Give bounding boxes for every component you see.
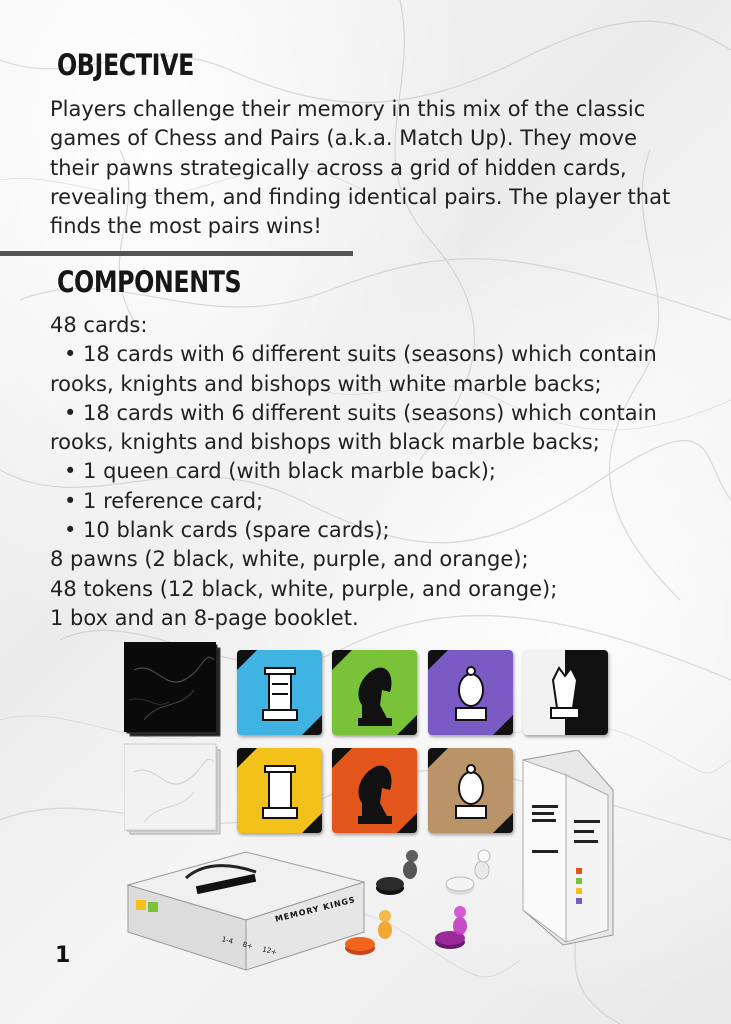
- bishop-card-earth: [428, 748, 513, 833]
- queen-card: [523, 650, 608, 735]
- components-line: 8 pawns (2 black, white, purple, and ora…: [50, 547, 529, 572]
- components-line: • 10 blank cards (spare cards);: [64, 518, 390, 543]
- knight-card-autumn: [332, 748, 417, 833]
- page-number: 1: [55, 943, 71, 968]
- components-line: • 1 queen card (with black marble back);: [64, 459, 496, 484]
- booklet-illustration: [518, 749, 618, 954]
- objective-line: finds the most pairs wins!: [50, 214, 322, 239]
- components-line: 48 cards:: [50, 313, 148, 337]
- components-line: rooks, knights and bishops with white ma…: [50, 371, 602, 396]
- rook-card-winter: [237, 650, 322, 735]
- rook-card-summer: [237, 748, 322, 833]
- components-line: 1 box and an 8-page booklet.: [50, 605, 359, 630]
- components-line: • 18 cards with 6 different suits (seaso…: [64, 342, 657, 367]
- objective-paragraph: Players challenge their memory in this m…: [50, 95, 690, 241]
- black-marble-card-stack: [124, 640, 222, 742]
- components-line: 48 tokens (12 black, white, purple, and …: [50, 576, 558, 601]
- knight-card-spring: [332, 650, 417, 735]
- pawns-and-tokens: [340, 848, 520, 967]
- white-marble-card-stack: [123, 742, 222, 840]
- game-box-illustration: MEMORY KINGS 1-4 8+ 12+: [126, 850, 366, 979]
- components-line: • 18 cards with 6 different suits (seaso…: [64, 400, 657, 425]
- objective-line: Players challenge their memory in this m…: [50, 97, 646, 121]
- components-heading: Components: [57, 265, 242, 299]
- objective-line: revealing them, and finding identical pa…: [50, 184, 671, 209]
- objective-heading: Objective: [57, 48, 194, 82]
- objective-line: their pawns strategically across a grid …: [50, 155, 627, 180]
- section-divider: [0, 251, 353, 256]
- objective-line: games of Chess and Pairs (a.k.a. Match U…: [50, 126, 638, 151]
- bishop-card-purple: [428, 650, 513, 735]
- components-list: 48 cards: • 18 cards with 6 different su…: [50, 311, 690, 633]
- components-line: rooks, knights and bishops with black ma…: [50, 430, 600, 455]
- components-line: • 1 reference card;: [64, 488, 264, 513]
